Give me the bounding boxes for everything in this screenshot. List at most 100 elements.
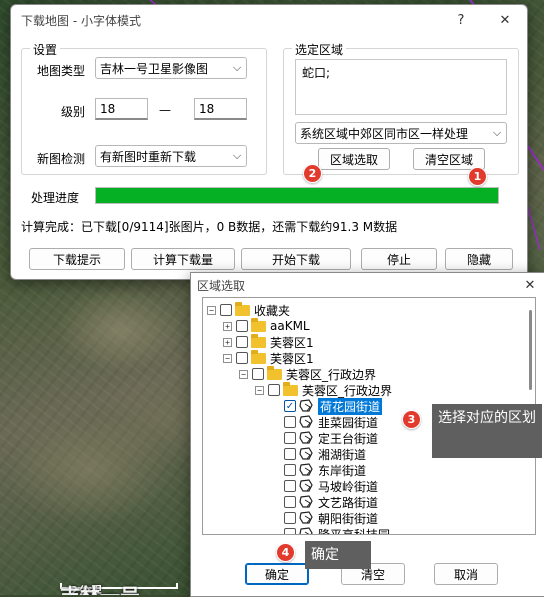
- callout-3-text: 选择对应的区划: [438, 410, 536, 426]
- tree-node[interactable]: 隆平高科技园: [271, 526, 391, 535]
- collapse-icon[interactable]: −: [207, 305, 216, 315]
- tree-node[interactable]: 湘湖街道: [271, 446, 366, 462]
- region-mode-select[interactable]: 系统区域中郊区同市区一样处理 ⌵: [295, 122, 507, 144]
- tree-checkbox[interactable]: [284, 416, 296, 428]
- folder-icon: [251, 349, 266, 364]
- polygon-icon: [299, 527, 313, 534]
- tree-node-label: 朝阳街街道: [318, 511, 379, 526]
- dialog-titlebar: 区域选取 ✕: [191, 273, 544, 297]
- tree-checkbox[interactable]: [284, 448, 296, 460]
- tree-node[interactable]: − 芙蓉区_行政边界: [255, 381, 392, 398]
- tree-node[interactable]: 东岸街道: [271, 462, 366, 478]
- step-badge-4: 4: [276, 543, 295, 562]
- tree-node-label: 芙蓉区1: [270, 351, 314, 366]
- chevron-down-icon: ⌵: [232, 149, 242, 162]
- level-from-input[interactable]: 18: [95, 98, 148, 120]
- tree-node[interactable]: 朝阳街街道: [271, 510, 378, 526]
- polygon-icon: [299, 399, 313, 412]
- tree-checkbox[interactable]: [236, 336, 248, 348]
- chevron-down-icon: ⌵: [232, 61, 242, 74]
- map-type-label: 地图类型: [37, 64, 86, 78]
- tree-checkbox[interactable]: ✓: [284, 400, 296, 412]
- tree-node[interactable]: 文艺路街道: [271, 494, 378, 510]
- map-type-value: 吉林一号卫星影像图: [100, 61, 209, 76]
- tree-node-label: aaKML: [270, 319, 310, 333]
- stop-button[interactable]: 停止: [361, 248, 437, 270]
- tree-checkbox[interactable]: [268, 384, 280, 396]
- callout-4-text: 确定: [311, 547, 339, 563]
- tree-checkbox[interactable]: [284, 512, 296, 524]
- tree-node[interactable]: − 芙蓉区_行政边界: [239, 365, 377, 382]
- tree-node-label: 荷花园街道: [318, 397, 383, 415]
- tree-node[interactable]: ✓ 荷花园街道: [271, 397, 383, 415]
- collapse-icon[interactable]: −: [223, 353, 232, 363]
- tree-node[interactable]: + 芙蓉区1: [223, 333, 314, 350]
- tree-node-label: 芙蓉区1: [270, 335, 314, 350]
- tree-checkbox[interactable]: [220, 304, 232, 316]
- calc-download-button[interactable]: 计算下载量: [131, 248, 235, 270]
- dialog-close-icon[interactable]: ✕: [515, 273, 544, 297]
- tree-node-label: 文艺路街道: [318, 495, 379, 510]
- callout-4: 确定: [305, 541, 371, 569]
- close-icon[interactable]: ✕: [483, 5, 527, 35]
- collapse-icon[interactable]: −: [239, 369, 248, 379]
- tree-checkbox[interactable]: [284, 480, 296, 492]
- tree-node[interactable]: − 芙蓉区1: [223, 349, 314, 366]
- tree-node-label: 定王台街道: [318, 431, 379, 446]
- folder-icon: [267, 365, 282, 380]
- tree-checkbox[interactable]: [284, 528, 296, 534]
- scroll-thumb[interactable]: [529, 310, 532, 390]
- tree-node[interactable]: 马坡岭街道: [271, 478, 378, 494]
- help-button[interactable]: ?: [439, 5, 483, 35]
- map-type-select[interactable]: 吉林一号卫星影像图 ⌵: [95, 57, 247, 79]
- collapse-icon[interactable]: −: [255, 385, 264, 395]
- new-map-select[interactable]: 有新图时重新下载 ⌵: [95, 145, 247, 167]
- progress-fill: [96, 188, 498, 203]
- expand-icon[interactable]: +: [223, 321, 232, 331]
- tree-checkbox[interactable]: [284, 496, 296, 508]
- tree-node[interactable]: 定王台街道: [271, 430, 378, 446]
- level-label: 级别: [61, 105, 86, 119]
- step-badge-1: 1: [468, 167, 487, 186]
- ok-button[interactable]: 确定: [245, 563, 309, 585]
- download-tip-button[interactable]: 下载提示: [29, 248, 125, 270]
- folder-icon: [283, 381, 298, 396]
- tree-node-label: 韭菜园街道: [318, 415, 379, 430]
- dialog-cancel-button[interactable]: 取消: [434, 563, 498, 585]
- start-download-button[interactable]: 开始下载: [241, 248, 351, 270]
- polygon-icon: [299, 431, 313, 444]
- chevron-down-icon: ⌵: [492, 126, 502, 139]
- dialog-title: 区域选取: [197, 278, 246, 293]
- tree-checkbox[interactable]: [236, 320, 248, 332]
- progress-bar: [95, 187, 499, 204]
- tree-checkbox[interactable]: [252, 368, 264, 380]
- tree-checkbox[interactable]: [284, 432, 296, 444]
- expand-icon[interactable]: +: [223, 337, 232, 347]
- tree-node[interactable]: − 收藏夹: [207, 301, 291, 318]
- progress-label: 处理进度: [31, 191, 80, 205]
- tree-node-label: 芙蓉区_行政边界: [286, 367, 377, 382]
- tree-checkbox[interactable]: [284, 464, 296, 476]
- tree-node[interactable]: + aaKML: [223, 317, 310, 334]
- tree-node-label: 隆平高科技园: [318, 527, 391, 535]
- polygon-icon: [299, 447, 313, 460]
- level-to-input[interactable]: 18: [194, 98, 247, 120]
- region-text: 蛇口;: [302, 66, 331, 80]
- region-textbox[interactable]: 蛇口;: [295, 59, 507, 115]
- tree-node[interactable]: 韭菜园街道: [271, 414, 378, 430]
- tree-node-label: 东岸街道: [318, 463, 367, 478]
- polygon-icon: [299, 495, 313, 508]
- hide-button[interactable]: 隐藏: [445, 248, 513, 270]
- level-dash: —: [159, 103, 171, 117]
- step-badge-2: 2: [303, 164, 322, 183]
- region-select-button[interactable]: 区域选取: [318, 148, 390, 170]
- new-map-value: 有新图时重新下载: [100, 149, 197, 164]
- new-map-label: 新图检测: [37, 152, 86, 166]
- tree-node-label: 马坡岭街道: [318, 479, 379, 494]
- tree-node-label: 湘湖街道: [318, 447, 367, 462]
- main-window-title: 下载地图 - 小字体模式: [21, 13, 141, 28]
- tree-node-label: 收藏夹: [254, 303, 291, 318]
- tree-checkbox[interactable]: [236, 352, 248, 364]
- folder-icon: [235, 301, 250, 316]
- folder-icon: [251, 333, 266, 348]
